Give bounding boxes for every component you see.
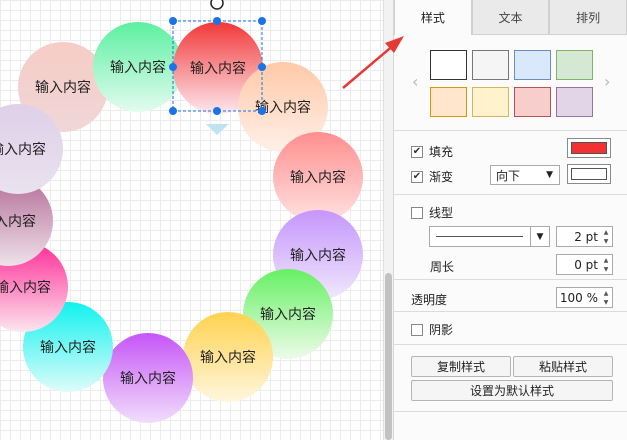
line-label: 线型: [429, 206, 454, 220]
fill-label: 填充: [429, 145, 454, 159]
style-swatch[interactable]: [556, 87, 593, 117]
spinner-arrows-icon[interactable]: ▲ ▼: [601, 228, 611, 245]
rotate-handle[interactable]: [210, 0, 224, 10]
divider: [394, 194, 627, 195]
divider: [394, 130, 627, 131]
dropdown-arrow-icon: ▼: [546, 170, 553, 180]
line-style-select[interactable]: ▼: [429, 226, 550, 247]
style-swatch[interactable]: [430, 87, 467, 117]
tab-arrange[interactable]: 排列: [549, 0, 627, 35]
style-swatch[interactable]: [430, 50, 467, 80]
line-width-value: 2 pt: [574, 229, 598, 244]
style-swatches: [430, 50, 596, 117]
style-swatch[interactable]: [514, 50, 551, 80]
gradient-direction-value: 向下: [496, 168, 521, 183]
fill-color-button[interactable]: [567, 138, 611, 158]
spinner-arrows-icon[interactable]: ▲ ▼: [601, 289, 611, 306]
opacity-label: 透明度: [411, 293, 448, 307]
perimeter-label: 周长: [430, 260, 455, 274]
format-tabs: 样式 文本 排列: [394, 0, 627, 35]
shadow-label: 阴影: [429, 323, 454, 337]
fill-color-swatch: [571, 142, 607, 154]
scrollbar-thumb[interactable]: [385, 273, 392, 440]
gradient-label: 渐变: [429, 170, 454, 184]
style-swatch[interactable]: [472, 87, 509, 117]
format-panel: 样式 文本 排列 ‹ › ✔ 填充 ✔ 渐变 向下 ▼ 线型 ▼ 2 pt ▲ …: [393, 0, 627, 440]
line-row: 线型: [411, 204, 453, 221]
line-width-input[interactable]: 2 pt ▲ ▼: [556, 226, 613, 247]
fill-checkbox[interactable]: ✔: [411, 145, 423, 158]
set-default-style-button[interactable]: 设置为默认样式: [411, 380, 613, 401]
tab-style[interactable]: 样式: [394, 0, 472, 35]
diagram-canvas[interactable]: 输入内容 输入内容 输入内容 输入内容 输入内容 输入内容 输入内容 输入内容 …: [0, 0, 383, 440]
spinner-arrows-icon[interactable]: ▲ ▼: [601, 256, 611, 273]
divider: [394, 279, 627, 280]
gradient-row: ✔ 渐变: [411, 168, 453, 185]
chevron-right-icon[interactable]: ›: [604, 72, 610, 91]
paste-style-button[interactable]: 粘贴样式: [513, 356, 613, 377]
opacity-value: 100 %: [559, 290, 598, 305]
line-style-preview: [436, 236, 523, 237]
gradient-checkbox[interactable]: ✔: [411, 170, 423, 183]
shadow-row: 阴影: [411, 321, 453, 338]
circle-node[interactable]: 输入内容: [273, 132, 363, 222]
divider: [394, 311, 627, 312]
fill-row: ✔ 填充: [411, 143, 453, 160]
opacity-row: 透明度: [411, 291, 447, 308]
circle-node[interactable]: 输入内容: [183, 312, 273, 402]
perimeter-value: 0 pt: [574, 257, 598, 272]
opacity-input[interactable]: 100 % ▲ ▼: [556, 287, 613, 308]
chevron-left-icon[interactable]: ‹: [412, 72, 418, 91]
circle-node[interactable]: 输入内容: [103, 333, 193, 423]
style-swatch[interactable]: [556, 50, 593, 80]
resize-handle[interactable]: [169, 17, 177, 25]
divider: [394, 411, 627, 412]
perimeter-row: 周长: [430, 258, 454, 275]
gradient-color-swatch: [571, 168, 607, 180]
line-checkbox[interactable]: [411, 206, 423, 219]
style-swatch[interactable]: [472, 50, 509, 80]
circle-node[interactable]: 输入内容: [93, 22, 183, 112]
vertical-scrollbar[interactable]: [383, 0, 393, 440]
tab-text[interactable]: 文本: [471, 0, 550, 35]
gradient-direction-select[interactable]: 向下 ▼: [490, 165, 560, 185]
perimeter-input[interactable]: 0 pt ▲ ▼: [556, 254, 613, 275]
resize-handle[interactable]: [169, 107, 177, 115]
gradient-color-button[interactable]: [567, 164, 611, 184]
resize-handle[interactable]: [258, 17, 266, 25]
divider: [394, 344, 627, 345]
style-swatch[interactable]: [514, 87, 551, 117]
shadow-checkbox[interactable]: [411, 323, 423, 336]
connect-arrow-icon[interactable]: [206, 124, 229, 135]
copy-style-button[interactable]: 复制样式: [411, 356, 511, 377]
dropdown-arrow-icon: ▼: [530, 227, 549, 246]
